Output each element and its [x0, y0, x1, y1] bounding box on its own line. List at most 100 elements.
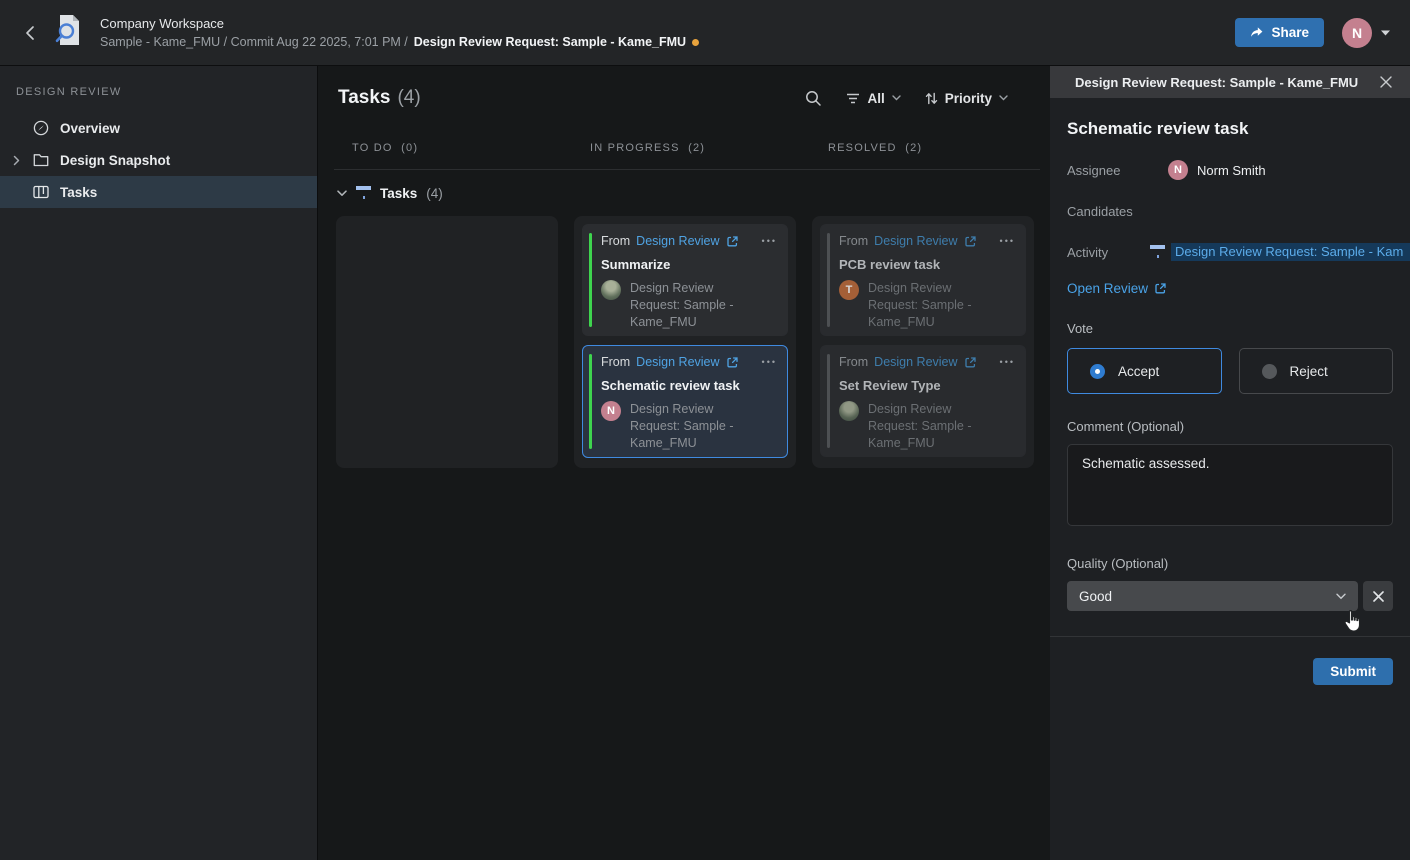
- sidebar-item-overview[interactable]: Overview: [0, 112, 317, 144]
- task-card-pcb-review[interactable]: From Design Review ••• PCB review task T…: [820, 224, 1026, 336]
- back-button[interactable]: [16, 19, 44, 47]
- task-card-set-review-type[interactable]: From Design Review ••• Set Review Type D…: [820, 345, 1026, 457]
- assignee-label: Assignee: [1067, 163, 1168, 178]
- sidebar-section-label: DESIGN REVIEW: [0, 80, 317, 112]
- share-icon: [1250, 27, 1263, 38]
- review-detail-panel: Design Review Request: Sample - Kame_FMU…: [1050, 66, 1410, 860]
- column-header-todo: TO DO (0): [336, 142, 558, 154]
- open-review-link[interactable]: Open Review: [1067, 281, 1167, 296]
- account-menu-caret-icon[interactable]: [1381, 30, 1390, 36]
- column-headers: TO DO (0) IN PROGRESS (2) RESOLVED (2): [318, 136, 1050, 160]
- task-title: Schematic review task: [1067, 119, 1393, 139]
- status-accent-bar: [589, 233, 592, 327]
- card-menu-icon[interactable]: •••: [1000, 236, 1015, 246]
- page-title-count: (4): [397, 87, 420, 109]
- share-label: Share: [1271, 25, 1309, 40]
- panel-header: Design Review Request: Sample - Kame_FMU: [1050, 66, 1410, 98]
- external-link-icon: [1154, 282, 1167, 295]
- breadcrumb-current: Design Review Request: Sample - Kame_FMU: [414, 35, 686, 49]
- chevron-down-icon: [892, 95, 901, 101]
- filter-dropdown[interactable]: All: [846, 91, 900, 106]
- kanban-columns: From Design Review ••• Summarize Design …: [318, 216, 1050, 468]
- card-title: PCB review task: [839, 257, 1015, 272]
- chevron-down-icon: [1336, 593, 1346, 600]
- card-from-label: From: [601, 355, 630, 369]
- task-card-summarize[interactable]: From Design Review ••• Summarize Design …: [582, 224, 788, 336]
- external-link-icon[interactable]: [964, 235, 977, 248]
- task-card-schematic-review[interactable]: From Design Review ••• Schematic review …: [582, 345, 788, 458]
- column-header-in-progress: IN PROGRESS (2): [574, 142, 796, 154]
- external-link-icon[interactable]: [726, 235, 739, 248]
- board-header: Tasks (4) All: [318, 66, 1050, 130]
- card-from-label: From: [839, 355, 868, 369]
- card-source-link[interactable]: Design Review: [874, 234, 957, 248]
- title-block: Company Workspace Sample - Kame_FMU / Co…: [100, 16, 1235, 49]
- open-review-label: Open Review: [1067, 281, 1148, 296]
- candidates-label: Candidates: [1067, 204, 1168, 219]
- quality-label: Quality (Optional): [1067, 556, 1393, 571]
- card-reference: Design Review Request: Sample - Kame_FMU: [630, 280, 754, 331]
- share-button[interactable]: Share: [1235, 18, 1324, 47]
- vote-reject-button[interactable]: Reject: [1239, 348, 1394, 394]
- card-title: Summarize: [601, 257, 777, 272]
- sidebar-item-label: Overview: [60, 121, 120, 136]
- sidebar-item-label: Design Snapshot: [60, 153, 170, 168]
- top-bar: Company Workspace Sample - Kame_FMU / Co…: [0, 0, 1410, 66]
- board-toolbar: All Priority: [805, 90, 1008, 107]
- panel-header-title: Design Review Request: Sample - Kame_FMU: [1075, 75, 1376, 90]
- page-title: Tasks: [338, 87, 390, 109]
- activity-link[interactable]: Design Review Request: Sample - Kam: [1171, 243, 1410, 261]
- chevron-down-icon: [999, 95, 1008, 101]
- sort-icon: [925, 92, 938, 105]
- submit-button[interactable]: Submit: [1313, 658, 1393, 685]
- activity-label: Activity: [1067, 245, 1150, 260]
- sidebar: DESIGN REVIEW Overview Design Snapshot: [0, 66, 318, 860]
- column-in-progress: From Design Review ••• Summarize Design …: [574, 216, 796, 468]
- card-source-link[interactable]: Design Review: [874, 355, 957, 369]
- breadcrumb-path[interactable]: Sample - Kame_FMU / Commit Aug 22 2025, …: [100, 35, 408, 49]
- quality-clear-button[interactable]: [1363, 581, 1393, 611]
- board-icon: [33, 185, 49, 199]
- column-resolved: From Design Review ••• PCB review task T…: [812, 216, 1034, 468]
- sort-label: Priority: [945, 91, 992, 106]
- filter-label: All: [867, 91, 884, 106]
- compass-icon: [33, 120, 49, 136]
- assignee-avatar: [839, 401, 859, 421]
- workspace-name: Company Workspace: [100, 16, 1235, 31]
- search-icon[interactable]: [805, 90, 822, 107]
- sidebar-item-tasks[interactable]: Tasks: [0, 176, 317, 208]
- card-title: Set Review Type: [839, 378, 1015, 393]
- sidebar-item-label: Tasks: [60, 185, 97, 200]
- vote-accept-button[interactable]: Accept: [1067, 348, 1222, 394]
- assignee-row: Assignee N Norm Smith: [1067, 160, 1393, 180]
- tasks-board: Tasks (4) All: [318, 66, 1050, 860]
- status-accent-bar: [589, 354, 592, 449]
- user-avatar[interactable]: N: [1342, 18, 1372, 48]
- card-reference: Design Review Request: Sample - Kame_FMU: [630, 401, 754, 452]
- card-from-label: From: [839, 234, 868, 248]
- external-link-icon[interactable]: [964, 356, 977, 369]
- chevron-right-icon[interactable]: [13, 155, 20, 166]
- card-source-link[interactable]: Design Review: [636, 234, 719, 248]
- sidebar-item-design-snapshot[interactable]: Design Snapshot: [0, 144, 317, 176]
- assignee-avatar: N: [1168, 160, 1188, 180]
- card-source-link[interactable]: Design Review: [636, 355, 719, 369]
- activity-board-icon: [1150, 245, 1165, 259]
- sort-dropdown[interactable]: Priority: [925, 91, 1008, 106]
- column-todo: [336, 216, 558, 468]
- external-link-icon[interactable]: [726, 356, 739, 369]
- comment-textarea[interactable]: Schematic assessed.: [1067, 444, 1393, 526]
- submit-row: Submit: [1067, 637, 1393, 685]
- card-menu-icon[interactable]: •••: [762, 357, 777, 367]
- status-accent-bar: [827, 233, 830, 327]
- assignee-avatar: T: [839, 280, 859, 300]
- tasks-group-row[interactable]: Tasks (4): [318, 170, 1050, 216]
- card-menu-icon[interactable]: •••: [1000, 357, 1015, 367]
- filter-icon: [846, 93, 860, 104]
- vote-label: Vote: [1067, 321, 1393, 336]
- close-icon[interactable]: [1376, 72, 1396, 92]
- quality-select[interactable]: Good: [1067, 581, 1358, 611]
- design-review-logo-icon: [52, 12, 84, 53]
- card-menu-icon[interactable]: •••: [762, 236, 777, 246]
- breadcrumb: Sample - Kame_FMU / Commit Aug 22 2025, …: [100, 35, 1235, 49]
